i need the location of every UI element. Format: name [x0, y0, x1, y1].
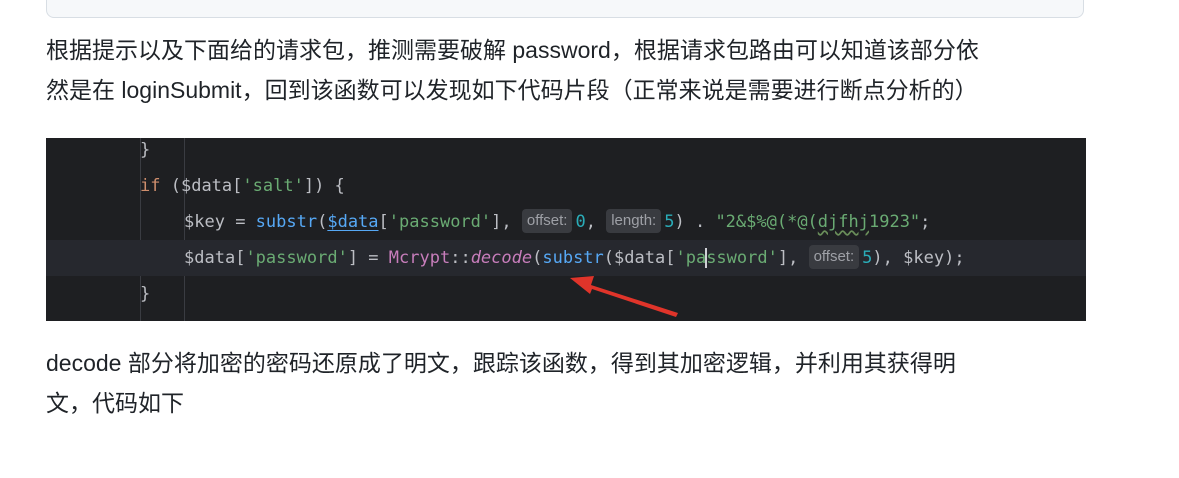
code-token: ],	[777, 248, 809, 268]
code-token: [	[665, 248, 676, 268]
code-token: ]) {	[303, 176, 345, 196]
code-line-4-current: $data['password'] = Mcrypt::decode(subst…	[46, 240, 1086, 276]
code-token: [	[235, 248, 246, 268]
code-token: 5	[862, 248, 873, 268]
code-token: (	[317, 212, 328, 232]
parameter-hint-offset: offset:	[808, 245, 860, 269]
code-token: (	[160, 176, 181, 196]
paragraph-intro: 根据提示以及下面给的请求包，推测需要破解 password，根据请求包路由可以知…	[46, 30, 1046, 110]
code-token: substr	[255, 212, 318, 232]
code-token: =	[358, 248, 389, 268]
code-line-3: $key = substr($data['password'], offset:…	[46, 204, 1086, 240]
code-token: 'salt'	[242, 176, 304, 196]
code-token: }	[140, 140, 151, 160]
code-token: ssword'	[706, 248, 778, 268]
paragraph-intro-line1: 根据提示以及下面给的请求包，推测需要破解 password，根据请求包路由可以知…	[46, 37, 979, 63]
code-token: ssword'	[276, 248, 348, 268]
paragraph-decode-line1: decode 部分将加密的密码还原成了明文，跟踪该函数，得到其加密逻辑，并利用其…	[46, 350, 956, 376]
previous-block-box	[46, 0, 1084, 18]
code-token: 0	[575, 212, 586, 232]
code-token: 1923"	[868, 212, 921, 232]
code-token: ),	[872, 248, 904, 268]
code-token: Mcrypt	[388, 248, 451, 268]
code-token: decode	[470, 248, 533, 268]
code-line-2: if ($data['salt']) {	[46, 168, 1086, 204]
code-token: }	[140, 284, 151, 304]
code-token: );	[944, 248, 965, 268]
paragraph-decode-line2: 文，代码如下	[46, 390, 184, 416]
paragraph-decode: decode 部分将加密的密码还原成了明文，跟踪该函数，得到其加密逻辑，并利用其…	[46, 343, 1046, 423]
code-token: $key	[184, 212, 225, 232]
code-token: 'pa	[245, 248, 277, 268]
parameter-hint-length: length:	[606, 209, 662, 233]
code-token: ;	[920, 212, 931, 232]
code-token: 'password'	[388, 212, 492, 232]
code-token: $data	[614, 248, 666, 268]
code-token: =	[224, 212, 256, 232]
code-token: 'pa	[675, 248, 707, 268]
code-token: if	[140, 176, 161, 196]
code-line-1: }	[46, 138, 1086, 168]
parameter-hint-offset: offset:	[521, 209, 573, 233]
code-token: $data	[184, 248, 236, 268]
code-token: ::	[450, 248, 471, 268]
code-token: "2&$%@(*@(	[715, 212, 818, 232]
code-token: (	[532, 248, 543, 268]
paragraph-intro-line2: 然是在 loginSubmit，回到该函数可以发现如下代码片段（正常来说是需要进…	[46, 77, 978, 103]
code-line-5: }	[46, 276, 1086, 312]
code-token: substr	[542, 248, 604, 268]
code-token: $key	[903, 248, 945, 268]
code-token: [	[378, 212, 389, 232]
code-token: [	[232, 176, 243, 196]
code-token: $data	[180, 176, 233, 196]
code-screenshot: } if ($data['salt']) { $key = substr($da…	[46, 138, 1086, 321]
code-token: ]	[347, 248, 359, 268]
code-token: 5	[664, 212, 675, 232]
code-token: ,	[585, 212, 607, 232]
code-token-typo: djfhj	[817, 212, 869, 232]
code-token: ) .	[674, 212, 716, 232]
code-token: ],	[491, 212, 522, 232]
code-token: $data	[327, 212, 379, 232]
code-token: (	[603, 248, 615, 268]
